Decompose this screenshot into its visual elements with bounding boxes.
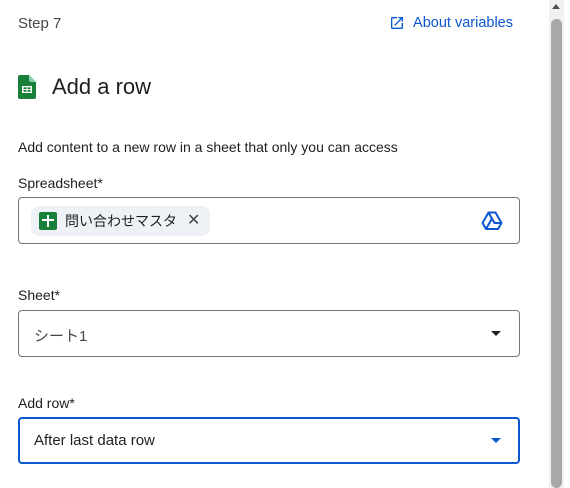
- sheet-select[interactable]: シート1: [18, 310, 520, 357]
- sheet-select-value: シート1: [34, 328, 88, 345]
- google-drive-icon[interactable]: [481, 211, 503, 231]
- scroll-up-arrow-icon[interactable]: [552, 4, 560, 9]
- action-title: Add a row: [52, 74, 152, 99]
- action-header: Add a row: [18, 74, 151, 100]
- open-in-new-icon: [389, 15, 405, 31]
- scrollbar-thumb[interactable]: [551, 19, 562, 488]
- add-row-select-value: After last data row: [34, 432, 155, 449]
- spreadsheet-field[interactable]: 問い合わせマスタ ✕: [18, 197, 520, 244]
- action-description: Add content to a new row in a sheet that…: [18, 139, 398, 155]
- dropdown-arrow-icon: [491, 331, 501, 336]
- close-icon[interactable]: ✕: [187, 213, 200, 229]
- dropdown-arrow-icon: [491, 438, 501, 443]
- step-panel: Step 7 About variables Add a row Add con…: [0, 0, 570, 488]
- spreadsheet-label: Spreadsheet*: [18, 175, 103, 191]
- about-variables-label: About variables: [413, 15, 513, 31]
- spreadsheet-chip[interactable]: 問い合わせマスタ ✕: [31, 206, 211, 236]
- google-sheets-icon: [18, 75, 36, 99]
- add-row-select[interactable]: After last data row: [18, 417, 520, 464]
- about-variables-link[interactable]: About variables: [389, 15, 513, 31]
- scrollbar[interactable]: [549, 0, 564, 488]
- step-label: Step 7: [18, 15, 62, 32]
- add-row-label: Add row*: [18, 395, 75, 411]
- spreadsheet-chip-text: 問い合わせマスタ: [65, 213, 177, 229]
- google-sheets-icon: [39, 212, 57, 230]
- sheet-label: Sheet*: [18, 287, 61, 303]
